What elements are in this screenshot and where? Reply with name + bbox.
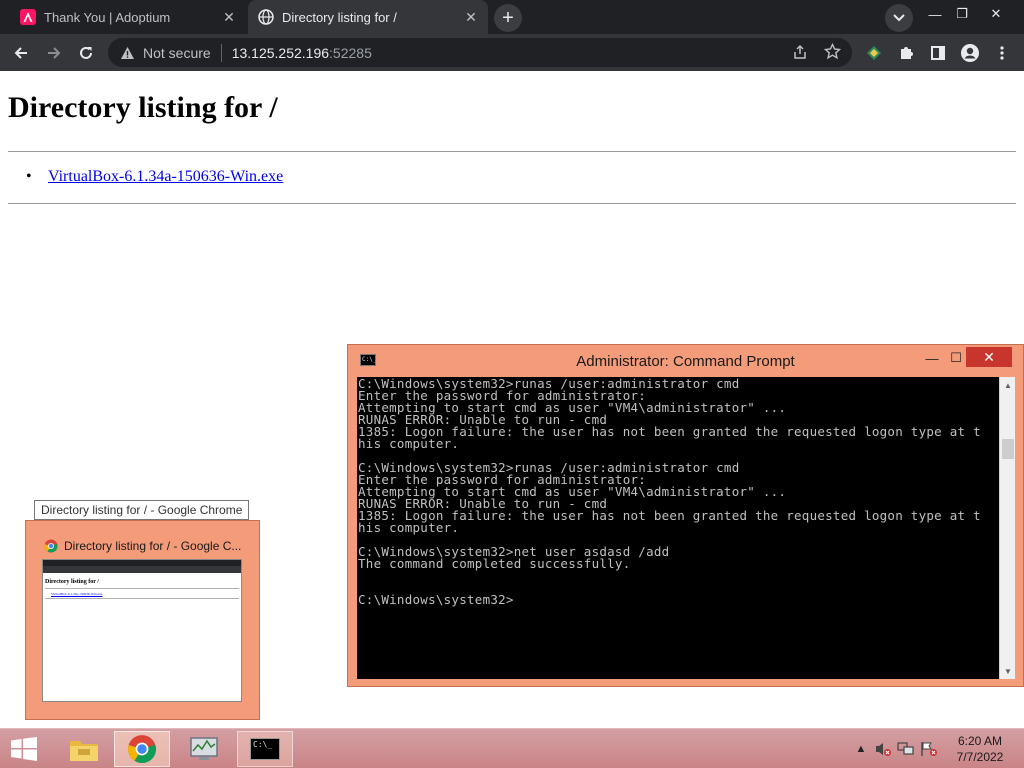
side-panel-icon[interactable] (924, 39, 952, 67)
url-port: :52285 (329, 44, 372, 61)
extensions-puzzle-icon[interactable] (892, 39, 920, 67)
back-button[interactable] (7, 39, 35, 67)
taskbar-thumbnail-preview[interactable]: Directory listing for / - Google C... Di… (25, 520, 260, 720)
console-text: C:\Windows\system32>runas /user:administ… (358, 377, 981, 607)
tab-title: Thank You | Adoptium (44, 9, 171, 25)
reload-button[interactable] (72, 39, 100, 67)
arrow-left-icon (14, 47, 27, 59)
list-item: VirtualBox-6.1.34a-150636-Win.exe (26, 168, 283, 186)
close-button[interactable]: ✕ (966, 347, 1012, 367)
page-title: Directory listing for / (8, 91, 278, 124)
scroll-down-icon[interactable]: ▼ (1000, 663, 1016, 679)
taskbar-clock[interactable]: 6:20 AM 7/7/2022 (944, 733, 1016, 765)
thumb-toolbar (43, 566, 241, 573)
preview-title: Directory listing for / - Google C... (64, 539, 242, 553)
thumb-link: VirtualBox-6.1.34a-150636-Win.exe (51, 592, 103, 596)
tab-close-icon[interactable]: ✕ (220, 8, 238, 26)
address-bar[interactable]: Not secure 13.125.252.196:52285 (108, 38, 852, 67)
preview-title-row: Directory listing for / - Google C... (44, 539, 249, 553)
chrome-menu-icon[interactable] (988, 39, 1016, 67)
windows-logo-icon (11, 737, 37, 761)
network-icon[interactable] (897, 739, 915, 759)
cmd-app-icon: C:\_ (250, 738, 280, 760)
console-output-area[interactable]: C:\Windows\system32>runas /user:administ… (357, 377, 999, 679)
new-tab-button[interactable]: + (494, 4, 522, 32)
tab-close-icon[interactable]: ✕ (462, 8, 480, 26)
divider-top (8, 151, 1016, 152)
clock-date: 7/7/2022 (956, 750, 1004, 764)
security-label[interactable]: Not secure (143, 45, 211, 61)
performance-monitor-icon (190, 737, 218, 760)
start-button[interactable] (0, 731, 48, 767)
warning-triangle-icon[interactable] (120, 46, 135, 60)
taskbar-file-explorer[interactable] (56, 731, 112, 767)
tab-title: Directory listing for / (282, 9, 397, 25)
taskbar-chrome[interactable] (114, 731, 170, 767)
tray-overflow-icon[interactable]: ▲ (852, 739, 870, 759)
file-link[interactable]: VirtualBox-6.1.34a-150636-Win.exe (48, 168, 283, 185)
vertical-scrollbar[interactable]: ▲ ▼ (999, 377, 1015, 679)
chrome-logo-icon (44, 539, 58, 553)
taskbar-tooltip: Directory listing for / - Google Chrome (34, 500, 250, 520)
share-icon[interactable] (792, 44, 808, 63)
tab-search-button[interactable] (885, 4, 913, 32)
scroll-up-icon[interactable]: ▲ (1000, 377, 1016, 393)
clock-time: 6:20 AM (957, 734, 1003, 748)
chrome-logo-icon (128, 735, 156, 764)
minimize-button[interactable]: — (920, 348, 944, 368)
globe-icon (258, 9, 274, 25)
thumb-divider (45, 598, 239, 599)
adoptium-favicon-icon (20, 9, 36, 25)
bookmark-star-icon[interactable] (823, 42, 842, 63)
address-separator (220, 43, 222, 62)
preview-thumbnail[interactable]: Directory listing for / VirtualBox-6.1.3… (42, 559, 242, 702)
tab-directory-listing[interactable]: Directory listing for / ✕ (248, 0, 488, 34)
reload-icon (80, 46, 92, 59)
taskbar-task-manager[interactable] (176, 731, 232, 767)
action-center-flag-icon[interactable] (920, 739, 938, 759)
forward-button[interactable] (40, 39, 68, 67)
tab-adoptium[interactable]: Thank You | Adoptium ✕ (10, 0, 246, 34)
volume-muted-icon[interactable] (874, 739, 892, 759)
file-list: VirtualBox-6.1.34a-150636-Win.exe (26, 168, 283, 186)
folder-icon (70, 741, 98, 761)
chevron-down-icon (893, 14, 905, 22)
extension-icon[interactable] (860, 39, 888, 67)
close-window-button[interactable]: ✕ (982, 3, 1010, 25)
windows-taskbar: C:\_ ▲ 6:20 AM 7/7/2022 (0, 728, 1024, 768)
divider-bottom (8, 203, 1016, 204)
maximize-button[interactable]: ☐ (946, 348, 966, 368)
thumb-divider (45, 588, 239, 589)
browser-toolbar: Not secure 13.125.252.196:52285 (0, 34, 1024, 71)
browser-tab-strip: Thank You | Adoptium ✕ Directory listing… (0, 0, 1024, 34)
scrollbar-thumb[interactable] (1002, 439, 1014, 459)
url-host: 13.125.252.196 (231, 44, 330, 61)
taskbar-command-prompt[interactable]: C:\_ (237, 731, 293, 767)
profile-avatar-icon[interactable] (956, 39, 984, 67)
command-prompt-window[interactable]: C:\_ Administrator: Command Prompt — ☐ ✕… (347, 344, 1024, 687)
restore-button[interactable]: ❐ (948, 3, 976, 25)
minimize-button[interactable]: — (921, 3, 949, 25)
arrow-right-icon (48, 47, 61, 59)
thumb-heading: Directory listing for / (45, 579, 99, 585)
